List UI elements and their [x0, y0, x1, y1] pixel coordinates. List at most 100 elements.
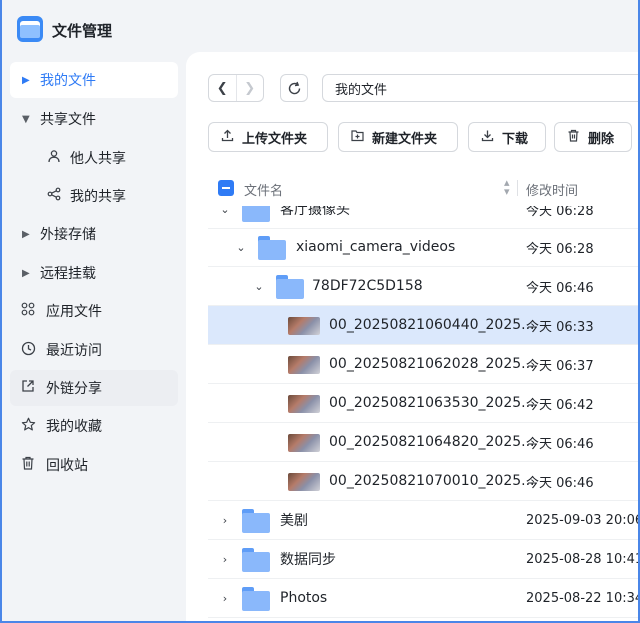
folder-icon: [242, 548, 270, 572]
sidebar-item-label: 最近访问: [46, 343, 102, 359]
sidebar-item-app-files[interactable]: 应用文件: [10, 293, 178, 329]
file-manager-app-icon: [17, 16, 43, 42]
delete-button[interactable]: 删除: [554, 122, 632, 152]
caret-down-icon: ▼: [22, 113, 30, 125]
chevron-right-icon[interactable]: ›: [218, 592, 232, 605]
upload-folder-button[interactable]: 上传文件夹: [208, 122, 328, 152]
sidebar-item-my-shares[interactable]: 我的共享: [10, 178, 178, 214]
history-nav: ❮ ❯: [208, 74, 264, 102]
sidebar-item-recent[interactable]: 最近访问: [10, 332, 178, 368]
sidebar-item-label: 外链分享: [46, 381, 102, 397]
refresh-icon: [288, 81, 300, 94]
app-title: 文件管理: [52, 22, 113, 40]
select-all-checkbox[interactable]: [218, 180, 234, 196]
video-thumbnail: [288, 395, 320, 413]
chevron-right-icon[interactable]: ›: [218, 514, 232, 527]
table-row[interactable]: › Photos 2025-08-22 10:34: [208, 579, 640, 618]
download-icon: [481, 129, 494, 146]
folder-icon: [258, 236, 286, 260]
folder-icon: [242, 206, 270, 222]
sidebar-item-label: 远程挂载: [40, 266, 96, 282]
sidebar-item-label: 回收站: [46, 458, 88, 474]
new-folder-button[interactable]: 新建文件夹: [338, 122, 458, 152]
file-name: 00_20250821062028_2025...: [329, 356, 535, 372]
download-button[interactable]: 下载: [468, 122, 546, 152]
caret-right-icon: ▶: [22, 228, 30, 240]
table-row[interactable]: › 美剧 2025-09-03 20:06: [208, 501, 640, 540]
table-row[interactable]: 00_20250821064820_2025... 今天 06:46: [208, 423, 640, 462]
video-thumbnail: [288, 434, 320, 452]
caret-right-icon: ▶: [22, 74, 30, 86]
video-thumbnail: [288, 317, 320, 335]
table-row[interactable]: 00_20250821070010_2025... 今天 06:46: [208, 462, 640, 501]
file-name: 00_20250821060440_2025...: [329, 317, 535, 333]
apps-icon: [20, 302, 36, 320]
table-row[interactable]: 00_20250821062028_2025... 今天 06:37: [208, 345, 640, 384]
table-header: 文件名 ▴ ▾ 修改时间: [208, 170, 640, 206]
external-link-icon: [20, 379, 36, 397]
new-folder-label: 新建文件夹: [372, 131, 438, 147]
file-name: 美剧: [280, 513, 308, 529]
user-icon: [46, 149, 62, 167]
sidebar-item-remote-mount[interactable]: ▶ 远程挂载: [10, 255, 178, 291]
column-header-modified[interactable]: 修改时间: [526, 180, 578, 199]
file-list: ⌄ 客厅摄像头 今天 06:28 ⌄ xiaomi_camera_videos …: [208, 206, 640, 623]
delete-label: 删除: [588, 131, 615, 147]
modified-time: 今天 06:46: [526, 436, 594, 452]
sidebar-item-shared-with-me[interactable]: 他人共享: [10, 140, 178, 176]
download-label: 下载: [502, 131, 529, 147]
sidebar-item-recycle-bin[interactable]: 回收站: [10, 447, 178, 483]
modified-time: 今天 06:46: [526, 280, 594, 296]
path-input[interactable]: 我的文件: [322, 74, 640, 102]
sidebar-item-label: 我的文件: [40, 73, 96, 89]
folder-icon: [276, 275, 304, 299]
clock-icon: [20, 341, 36, 360]
table-row[interactable]: ⌄ xiaomi_camera_videos 今天 06:28: [208, 228, 640, 267]
modified-time: 2025-08-22 10:34: [526, 590, 640, 606]
main-panel: ❮ ❯ 我的文件 上传文件夹 新建文件夹 下载 删除 文件名 ▴▾ 修改时间: [186, 52, 640, 623]
table-row[interactable]: ⌄ 客厅摄像头 今天 06:28: [208, 206, 640, 229]
sidebar-item-favorites[interactable]: 我的收藏: [10, 408, 178, 444]
modified-time: 2025-08-28 10:41: [526, 551, 640, 567]
sidebar-item-shared-files[interactable]: ▼ 共享文件: [10, 101, 178, 137]
table-row[interactable]: 00_20250821060440_2025... 今天 06:33: [208, 306, 640, 345]
chevron-down-icon[interactable]: ⌄: [218, 206, 232, 216]
refresh-button[interactable]: [280, 74, 308, 102]
modified-time: 今天 06:46: [526, 475, 594, 491]
video-thumbnail: [288, 356, 320, 374]
title-bar: 文件管理: [0, 0, 640, 58]
chevron-right-icon[interactable]: ›: [218, 553, 232, 566]
sidebar-item-my-files[interactable]: ▶ 我的文件: [10, 62, 178, 98]
table-row[interactable]: 00_20250821063530_2025... 今天 06:42: [208, 384, 640, 423]
column-header-name[interactable]: 文件名: [244, 180, 283, 199]
trash-icon: [20, 456, 36, 474]
sort-icon[interactable]: ▴ ▾: [504, 177, 510, 197]
folder-icon: [242, 509, 270, 533]
sidebar-item-label: 共享文件: [40, 112, 96, 128]
sidebar-item-label: 应用文件: [46, 304, 102, 320]
sidebar-item-link-share[interactable]: 外链分享: [10, 370, 178, 406]
file-name: 78DF72C5D158: [312, 278, 423, 294]
table-row[interactable]: ⌄ 78DF72C5D158 今天 06:46: [208, 267, 640, 306]
forward-button[interactable]: ❯: [235, 75, 264, 101]
star-icon: [20, 417, 36, 436]
sidebar-item-label: 我的共享: [70, 189, 126, 205]
modified-time: 今天 06:28: [526, 206, 594, 219]
upload-icon: [221, 129, 234, 146]
back-button[interactable]: ❮: [209, 75, 236, 101]
table-row[interactable]: › 数据同步 2025-08-28 10:41: [208, 540, 640, 579]
modified-time: 今天 06:28: [526, 241, 594, 257]
sidebar-item-label: 他人共享: [70, 151, 126, 167]
upload-folder-label: 上传文件夹: [242, 131, 308, 147]
sidebar-item-label: 我的收藏: [46, 419, 102, 435]
new-folder-icon: [351, 129, 364, 146]
sidebar: ▶ 我的文件 ▼ 共享文件 他人共享 我的共享 ▶ 外接存储 ▶ 远程挂载 应用…: [0, 58, 186, 623]
file-name: Photos: [280, 590, 328, 606]
folder-icon: [242, 587, 270, 611]
chevron-down-icon[interactable]: ⌄: [252, 280, 266, 293]
sidebar-item-external-storage[interactable]: ▶ 外接存储: [10, 216, 178, 252]
sidebar-item-label: 外接存储: [40, 227, 96, 243]
caret-right-icon: ▶: [22, 267, 30, 279]
chevron-down-icon[interactable]: ⌄: [234, 241, 248, 254]
file-name: 00_20250821070010_2025...: [329, 473, 535, 489]
